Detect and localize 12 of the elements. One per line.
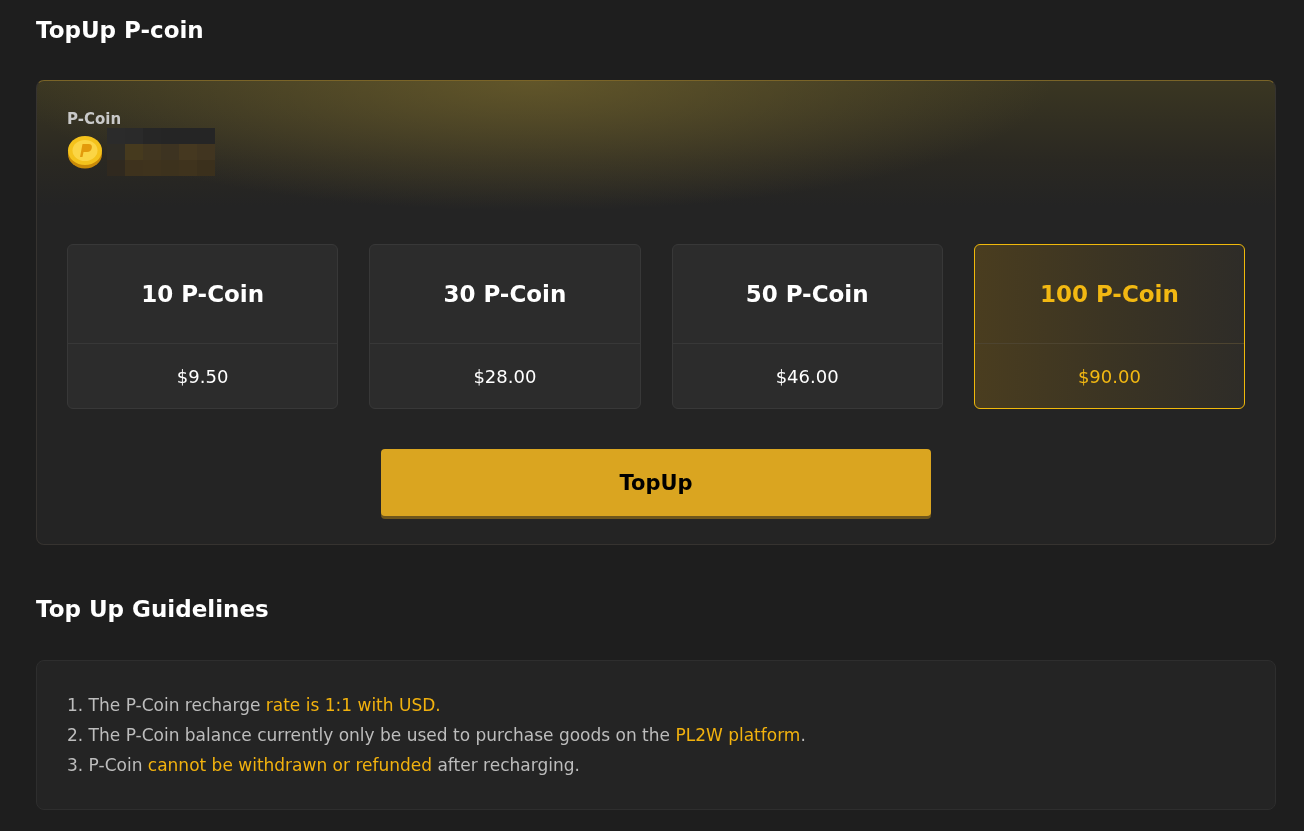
topup-button[interactable]: TopUp	[381, 449, 931, 516]
guideline-text: 3. P-Coin cannot be withdrawn or refunded after recharging.	[67, 754, 580, 777]
section-title: Top Up Guidelines	[36, 595, 269, 624]
page-title: TopUp P-coin	[36, 16, 204, 45]
package-option[interactable]: 30 P-Coin $28.00	[369, 244, 641, 409]
package-option[interactable]: 100 P-Coin $90.00	[973, 244, 1245, 409]
coin-icon	[67, 135, 103, 169]
package-option[interactable]: 10 P-Coin $9.50	[67, 244, 339, 409]
guideline-text: 2. The P-Coin balance currently only be used to purchase goods on the PL2W platform.	[67, 724, 806, 747]
balance-label: P-Coin	[67, 110, 122, 128]
guideline-text: 1. The P-Coin recharge rate is 1:1 with USD.	[67, 694, 441, 717]
package-option[interactable]: 50 P-Coin $46.00	[671, 244, 943, 409]
